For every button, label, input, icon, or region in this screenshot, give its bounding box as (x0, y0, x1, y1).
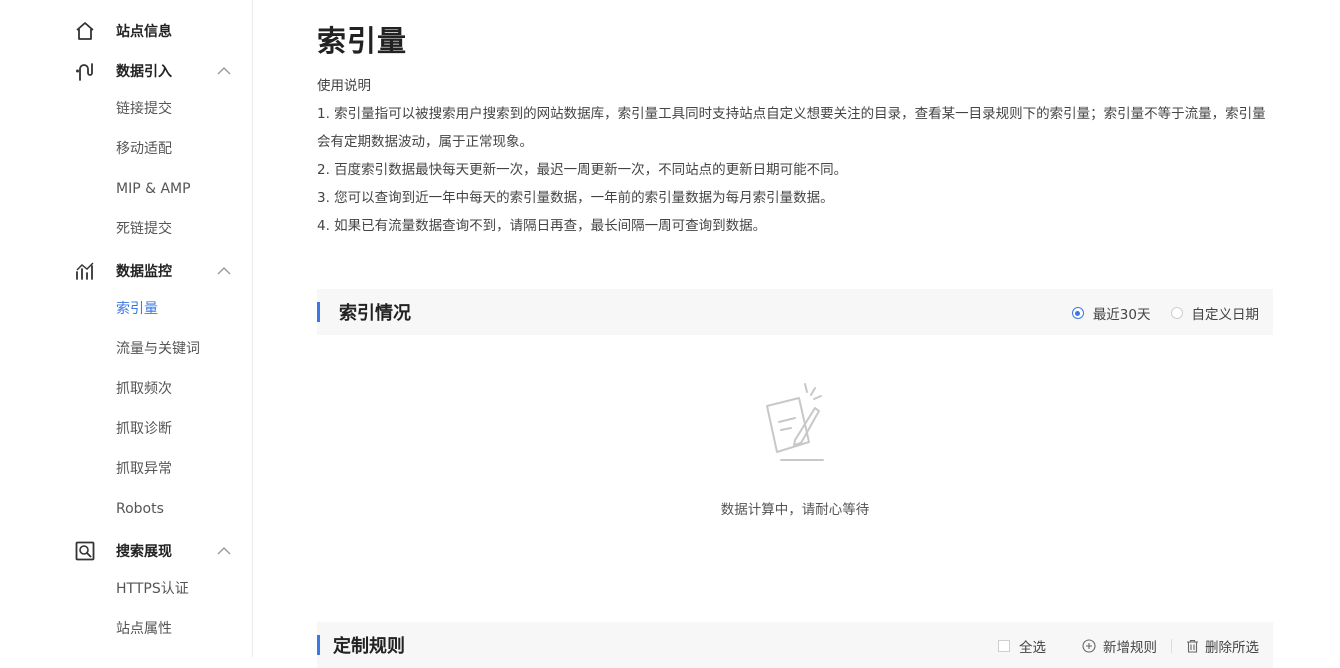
select-all-label: 全选 (1019, 640, 1046, 656)
sidebar-item-dead-link[interactable]: 死链提交 (116, 219, 172, 239)
sidebar: 站点信息 数据引入 链接提交 移动适配 MIP & AMP 死链提交 数据监控 … (0, 0, 253, 657)
index-section-header: 索引情况 最近30天 自定义日期 (317, 289, 1273, 335)
toolbar-divider (1171, 639, 1172, 653)
sidebar-item-mip-amp[interactable]: MIP & AMP (116, 179, 191, 199)
sidebar-item-robots[interactable]: Robots (116, 499, 164, 519)
usage-line: 3. 您可以查询到近一年中每天的索引量数据，一年前的索引量数据为每月索引量数据。 (317, 190, 834, 206)
chevron-up-icon[interactable] (216, 263, 232, 279)
usage-line: 4. 如果已有流量数据查询不到，请隔日再查，最长间隔一周可查询到数据。 (317, 218, 767, 234)
usage-line: 2. 百度索引数据最快每天更新一次，最迟一周更新一次，不同站点的更新日期可能不同… (317, 162, 848, 178)
sidebar-item-crawl-errors[interactable]: 抓取异常 (116, 459, 172, 479)
checkbox-icon[interactable] (998, 640, 1010, 652)
radio-unchecked-icon[interactable] (1170, 307, 1183, 319)
select-all-checkbox[interactable]: 全选 (998, 636, 1046, 656)
usage-line: 1. 索引量指可以被搜索用户搜索到的网站数据库，索引量工具同时支持站点自定义想要… (317, 106, 1266, 150)
section-title: 索引情况 (339, 303, 411, 324)
sidebar-item-https[interactable]: HTTPS认证 (116, 579, 189, 599)
radio-label: 自定义日期 (1191, 307, 1260, 323)
add-rule-label: 新增规则 (1103, 640, 1157, 656)
usage-heading: 使用说明 (317, 78, 371, 94)
trash-icon (1187, 639, 1198, 653)
sidebar-group-label: 搜索展现 (116, 544, 172, 560)
radio-last-30-days[interactable]: 最近30天 (1071, 303, 1151, 323)
empty-state-text: 数据计算中，请耐心等待 (720, 502, 870, 518)
sidebar-item-traffic-keywords[interactable]: 流量与关键词 (116, 339, 200, 359)
date-range-radio-group: 最近30天 自定义日期 (1052, 303, 1259, 323)
chart-icon (74, 260, 96, 282)
search-display-icon (74, 540, 96, 562)
section-accent-bar (317, 302, 320, 322)
chevron-up-icon[interactable] (216, 543, 232, 559)
rules-toolbar: 全选 新增规则 删除所选 (998, 636, 1259, 656)
sidebar-item-site-attributes[interactable]: 站点属性 (116, 619, 172, 639)
calculating-document-icon (761, 382, 831, 466)
radio-label: 最近30天 (1092, 307, 1151, 323)
sidebar-item-link-submit[interactable]: 链接提交 (116, 99, 172, 119)
add-rule-button[interactable]: 新增规则 (1082, 636, 1157, 656)
section-accent-bar (317, 635, 320, 655)
sidebar-group-search-display[interactable]: 搜索展现 (74, 539, 234, 563)
sidebar-group-data-monitor[interactable]: 数据监控 (74, 259, 234, 283)
delete-selected-label: 删除所选 (1205, 640, 1259, 656)
radio-checked-icon[interactable] (1071, 307, 1084, 319)
sidebar-item-index-volume[interactable]: 索引量 (116, 299, 158, 319)
sidebar-group-label: 站点信息 (116, 24, 172, 40)
rules-section-header: 定制规则 全选 新增规则 删除所选 (317, 622, 1273, 668)
sidebar-group-data-import[interactable]: 数据引入 (74, 59, 234, 83)
data-import-icon (74, 60, 96, 82)
section-title: 定制规则 (333, 636, 405, 657)
usage-notes: 使用说明 1. 索引量指可以被搜索用户搜索到的网站数据库，索引量工具同时支持站点… (317, 72, 1277, 240)
sidebar-group-label: 数据引入 (116, 64, 172, 80)
sidebar-group-label: 数据监控 (116, 264, 172, 280)
plus-circle-icon (1082, 639, 1096, 653)
home-icon (74, 20, 96, 42)
sidebar-item-crawl-frequency[interactable]: 抓取频次 (116, 379, 172, 399)
sidebar-item-mobile-adapt[interactable]: 移动适配 (116, 139, 172, 159)
radio-custom-date[interactable]: 自定义日期 (1170, 303, 1260, 323)
sidebar-group-site-info[interactable]: 站点信息 (74, 19, 234, 43)
chevron-up-icon[interactable] (216, 63, 232, 79)
sidebar-item-crawl-diagnosis[interactable]: 抓取诊断 (116, 419, 172, 439)
delete-selected-button[interactable]: 删除所选 (1186, 636, 1259, 656)
page-title: 索引量 (317, 24, 408, 58)
